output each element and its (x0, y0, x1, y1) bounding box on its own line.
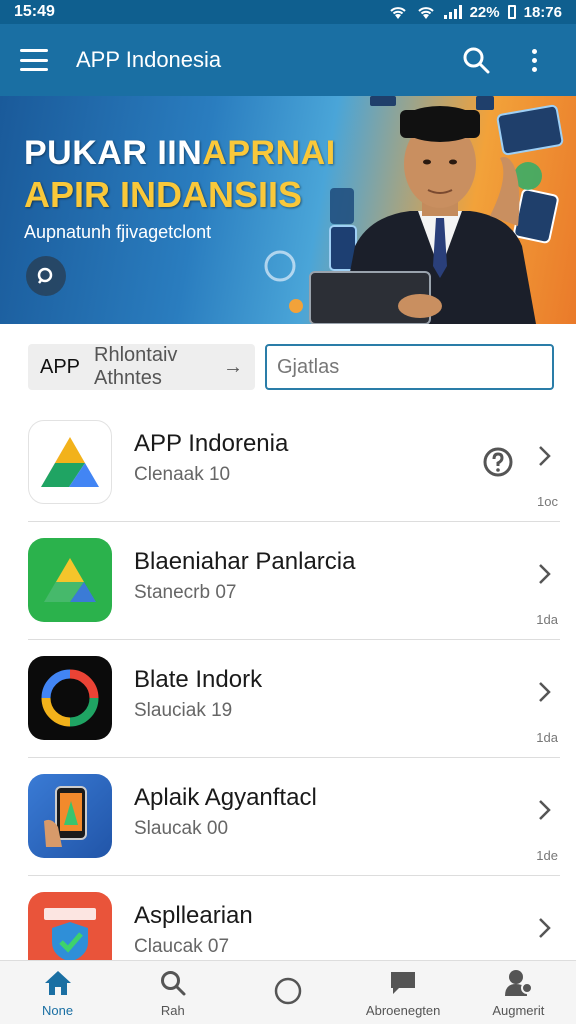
search-icon (157, 967, 189, 999)
bottom-nav: None Rah Abroenegten Augmerit (0, 960, 576, 1024)
wifi-icon (389, 7, 406, 19)
nav-label: None (42, 1003, 74, 1018)
category-filter-chip[interactable]: APP Rhlontaiv Athntes → (28, 344, 255, 390)
app-meta: 1da (536, 730, 558, 745)
banner-headline-2: APIR INDANSIIS (24, 174, 303, 215)
app-subtitle: Claucak 07 (134, 936, 230, 957)
phone-hand-icon (28, 774, 112, 858)
nav-label: Rah (160, 1003, 185, 1018)
app-meta: 1oc (537, 494, 558, 509)
nav-item-messages[interactable]: Abroenegten (346, 961, 461, 1024)
app-subtitle: Clenaak 10 (134, 464, 231, 485)
list-item[interactable]: Blaeniahar Panlarcia Stanecrb 07 1da (28, 522, 560, 640)
home-icon (42, 967, 74, 999)
app-bar: APP Indonesia (0, 24, 576, 96)
profile-icon (502, 967, 534, 999)
chevron-right-icon[interactable] (534, 444, 554, 468)
list-item[interactable]: Aplaik Agyanftacl Slaucak 00 1de (28, 758, 560, 876)
more-options-icon[interactable] (512, 38, 556, 82)
banner-subtitle: Aupnatunh fjivagetclont (24, 222, 212, 242)
chevron-right-icon[interactable] (534, 916, 554, 940)
app-name: Blaeniahar Panlarcia (134, 548, 356, 575)
list-item[interactable]: APP Indorenia Clenaak 10 1oc (28, 404, 560, 522)
chip-label: APP (40, 355, 81, 378)
list-item[interactable]: Blate Indork Slauciak 19 1da (28, 640, 560, 758)
app-list: APP Indorenia Clenaak 10 1oc Blaeniahar … (0, 404, 576, 994)
status-bar: 15:49 22% 18:76 (0, 0, 576, 24)
nav-item-profile[interactable]: Augmerit (461, 961, 576, 1024)
drive-triangle-icon (28, 420, 112, 504)
app-meta: 1da (536, 612, 558, 627)
search-input[interactable] (265, 344, 554, 390)
chevron-right-icon[interactable] (534, 680, 554, 704)
chevron-right-icon[interactable] (534, 562, 554, 586)
battery-percent: 22% (469, 3, 500, 21)
chat-icon (387, 967, 419, 999)
app-subtitle: Stanecrb 07 (134, 582, 237, 603)
arrow-right-icon: → (223, 355, 243, 378)
banner-search-button[interactable] (26, 256, 66, 296)
info-icon[interactable] (482, 446, 514, 478)
circle-icon (272, 975, 304, 1007)
status-time: 15:49 (14, 3, 55, 20)
banner-headline-1: PUKAR IINAPRNAI (24, 134, 336, 172)
status-clock: 18:76 (523, 3, 562, 21)
app-subtitle: Slaucak 00 (134, 818, 229, 839)
signal-icon (443, 5, 462, 19)
app-subtitle: Slauciak 19 (134, 700, 233, 721)
nav-item-home[interactable]: None (0, 961, 115, 1024)
green-triangle-icon (28, 538, 112, 622)
person-illustration (309, 106, 536, 324)
color-ring-icon (28, 656, 112, 740)
nav-label: Abroenegten (365, 1003, 441, 1018)
search-row: APP Rhlontaiv Athntes → (28, 344, 554, 390)
promo-banner[interactable]: PUKAR IINAPRNAI APIR INDANSIIS Aupnatunh… (0, 96, 576, 324)
nav-item-search[interactable]: Rah (115, 961, 230, 1024)
page-title: APP Indonesia (76, 47, 222, 72)
wifi-icon-2 (417, 7, 434, 19)
app-name: Aplaik Agyanftacl (134, 784, 317, 811)
battery-icon (507, 5, 516, 19)
status-icons: 22% 18:76 (388, 4, 562, 21)
search-icon[interactable] (454, 38, 498, 82)
menu-icon[interactable] (20, 49, 48, 71)
app-name: Aspllearian (134, 902, 253, 929)
app-meta: 1de (536, 848, 558, 863)
app-name: APP Indorenia (134, 430, 289, 457)
app-name: Blate Indork (134, 666, 263, 693)
chip-text: Rhlontaiv Athntes (94, 344, 178, 389)
nav-label: Augmerit (492, 1003, 545, 1018)
search-icon (37, 267, 53, 284)
chevron-right-icon[interactable] (534, 798, 554, 822)
nav-item-circle[interactable] (230, 961, 345, 1024)
